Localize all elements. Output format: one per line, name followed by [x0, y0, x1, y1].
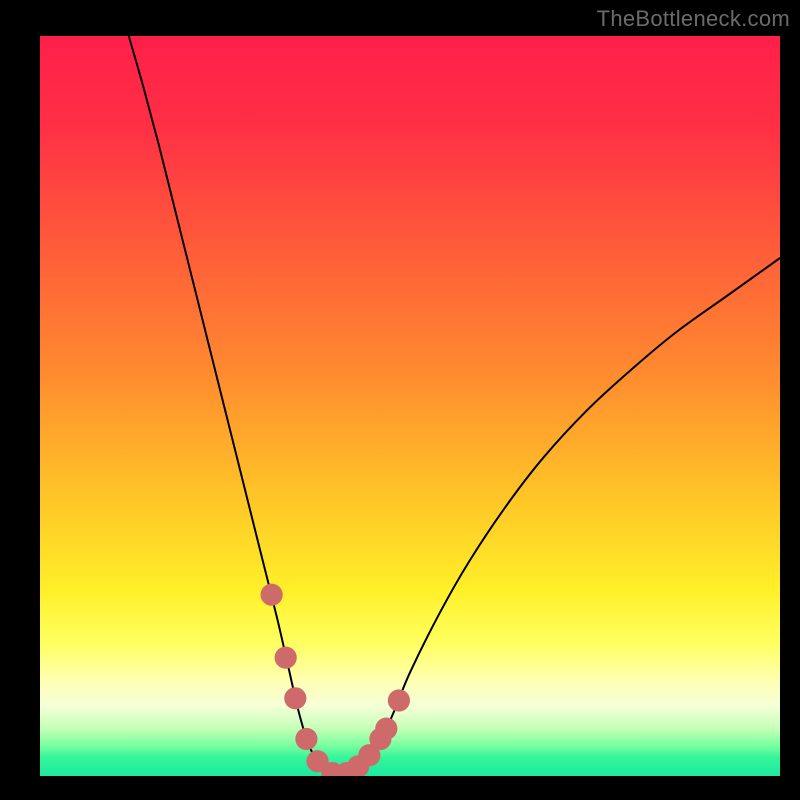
highlight-marker	[295, 728, 317, 750]
highlight-marker	[275, 647, 297, 669]
plot-area	[40, 36, 780, 776]
highlight-marker	[375, 718, 397, 740]
highlight-marker	[388, 689, 410, 711]
watermark: TheBottleneck.com	[597, 6, 790, 32]
bottleneck-curve	[129, 36, 780, 775]
highlight-marker	[284, 687, 306, 709]
highlight-marker	[261, 584, 283, 606]
curve-layer	[40, 36, 780, 776]
chart-frame: TheBottleneck.com	[0, 0, 800, 800]
